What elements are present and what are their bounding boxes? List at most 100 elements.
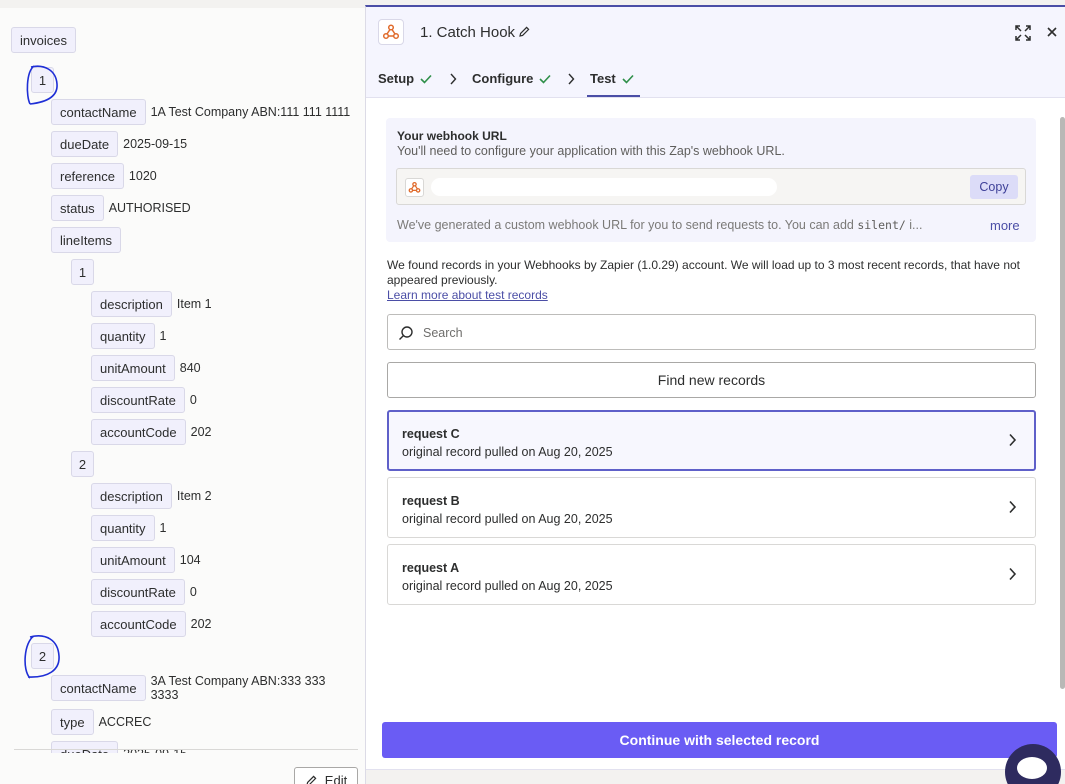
- tab-test[interactable]: Test: [590, 71, 634, 86]
- tree-value-type: ACCREC: [98, 715, 152, 729]
- webhook-url-field[interactable]: Copy: [396, 168, 1026, 205]
- tree-value-unitamount: 840: [179, 361, 201, 375]
- record-subtitle: original record pulled on Aug 20, 2025: [402, 512, 613, 526]
- edit-button-label: Edit: [324, 772, 348, 784]
- tree-key-accountcode[interactable]: accountCode: [91, 611, 186, 637]
- tree-index-invoice-1[interactable]: 1: [31, 67, 54, 93]
- tree-key-reference[interactable]: reference: [51, 163, 124, 189]
- left-footer-divider: [14, 749, 358, 750]
- edit-button[interactable]: Edit: [294, 767, 358, 784]
- more-link[interactable]: more: [990, 218, 1020, 233]
- expand-icon[interactable]: [1014, 24, 1032, 42]
- tree-row-lineitems: lineItems: [51, 227, 122, 253]
- redacted-url: [431, 178, 777, 196]
- webhook-icon: [405, 178, 424, 197]
- tree-value-quantity: 1: [159, 329, 167, 343]
- tree-value-accountcode: 202: [190, 617, 212, 631]
- tab-setup[interactable]: Setup: [378, 71, 432, 86]
- tree-index-invoice-2[interactable]: 2: [31, 643, 54, 669]
- tree-key-duedate[interactable]: dueDate: [51, 741, 119, 753]
- check-icon: [420, 74, 432, 84]
- tree-row-contactname: contactName 1A Test Company ABN:111 111 …: [51, 99, 350, 125]
- output-data-panel: invoices 1 contactName 1A Test Company A…: [0, 8, 377, 784]
- tree-value-description: Item 1: [176, 297, 212, 311]
- chat-icon: [1017, 757, 1047, 779]
- tree-row-reference: reference 1020: [51, 163, 157, 189]
- learn-more-link[interactable]: Learn more about test records: [387, 288, 548, 302]
- webhook-url-card: Your webhook URL You'll need to configur…: [386, 118, 1036, 242]
- chevron-right-icon: [568, 73, 575, 85]
- tree-row-unitamount: unitAmount 840: [91, 355, 201, 381]
- tab-setup-label: Setup: [378, 71, 415, 86]
- tree-key-lineitems[interactable]: lineItems: [51, 227, 122, 253]
- tree-row-invoices: invoices: [11, 27, 76, 53]
- tree-value-reference: 1020: [128, 169, 157, 183]
- tree-index-lineitem-2[interactable]: 2: [71, 451, 94, 477]
- webhook-note-code: silent/: [857, 218, 906, 232]
- tree-key-contactname[interactable]: contactName: [51, 99, 146, 125]
- tree-row-accountcode: accountCode 202: [91, 419, 211, 445]
- tree-row-type: type ACCREC: [51, 709, 151, 735]
- record-item[interactable]: request C original record pulled on Aug …: [387, 410, 1036, 471]
- tree-row-unitamount: unitAmount 104: [91, 547, 201, 573]
- tree-row-quantity: quantity 1: [91, 515, 167, 541]
- record-item[interactable]: request B original record pulled on Aug …: [387, 477, 1036, 538]
- tab-configure-label: Configure: [472, 71, 534, 86]
- tree-row-description: description Item 1: [91, 291, 212, 317]
- search-input[interactable]: Search: [387, 314, 1036, 350]
- right-scrollbar[interactable]: [1060, 117, 1065, 689]
- tree-row-invoice-1: 1: [31, 67, 54, 93]
- webhook-note-text: We've generated a custom webhook URL for…: [397, 218, 858, 232]
- webhook-note: We've generated a custom webhook URL for…: [397, 218, 922, 232]
- record-item[interactable]: request A original record pulled on Aug …: [387, 544, 1036, 605]
- find-new-records-button[interactable]: Find new records: [387, 362, 1036, 398]
- tree-value-description: Item 2: [176, 489, 212, 503]
- search-icon: [399, 326, 413, 340]
- tree-row-duedate: dueDate 2025-09-15: [51, 741, 187, 753]
- tree-value-contactname: 3A Test Company ABN:333 333 3333: [150, 674, 326, 702]
- pencil-icon: [306, 775, 317, 784]
- continue-with-selected-record-button[interactable]: Continue with selected record: [382, 722, 1057, 758]
- webhook-icon: [382, 24, 400, 40]
- panel-footer: [366, 769, 1065, 784]
- tree-value-status: AUTHORISED: [108, 201, 191, 215]
- tree-key-unitamount[interactable]: unitAmount: [91, 547, 175, 573]
- tree-row-accountcode: accountCode 202: [91, 611, 211, 637]
- tree-index-lineitem-1[interactable]: 1: [71, 259, 94, 285]
- tree-key-discountrate[interactable]: discountRate: [91, 579, 185, 605]
- tree-key-discountrate[interactable]: discountRate: [91, 387, 185, 413]
- data-tree: invoices 1 contactName 1A Test Company A…: [0, 8, 372, 753]
- tree-key-accountcode[interactable]: accountCode: [91, 419, 186, 445]
- tree-key-contactname[interactable]: contactName: [51, 675, 146, 701]
- tree-value-accountcode: 202: [190, 425, 212, 439]
- tree-key-invoices[interactable]: invoices: [11, 27, 76, 53]
- check-icon: [539, 74, 551, 84]
- record-name: request C: [402, 427, 460, 441]
- check-icon: [622, 74, 634, 84]
- search-placeholder: Search: [423, 326, 463, 340]
- tree-key-status[interactable]: status: [51, 195, 104, 221]
- chevron-right-icon: [450, 73, 457, 85]
- tree-value-contactname: 1A Test Company ABN:111 111 1111: [150, 105, 351, 119]
- tree-key-quantity[interactable]: quantity: [91, 323, 155, 349]
- rename-pencil-icon[interactable]: [518, 25, 531, 38]
- tree-key-unitamount[interactable]: unitAmount: [91, 355, 175, 381]
- tree-key-duedate[interactable]: dueDate: [51, 131, 119, 157]
- tree-key-description[interactable]: description: [91, 291, 172, 317]
- chevron-right-icon: [1009, 567, 1017, 581]
- tree-value-unitamount: 104: [179, 553, 201, 567]
- copy-button[interactable]: Copy: [970, 175, 1018, 199]
- tree-key-quantity[interactable]: quantity: [91, 515, 155, 541]
- test-content: Your webhook URL You'll need to configur…: [366, 99, 1065, 709]
- tree-row-description: description Item 2: [91, 483, 212, 509]
- record-subtitle: original record pulled on Aug 20, 2025: [402, 579, 613, 593]
- close-icon[interactable]: [1046, 26, 1058, 38]
- tree-row-lineitem-1: 1: [71, 259, 94, 285]
- tree-key-description[interactable]: description: [91, 483, 172, 509]
- tab-configure[interactable]: Configure: [472, 71, 551, 86]
- tree-key-type[interactable]: type: [51, 709, 94, 735]
- tree-row-quantity: quantity 1: [91, 323, 167, 349]
- record-name: request A: [402, 561, 460, 575]
- tree-value-discountrate: 0: [189, 585, 197, 599]
- tab-test-label: Test: [590, 71, 616, 86]
